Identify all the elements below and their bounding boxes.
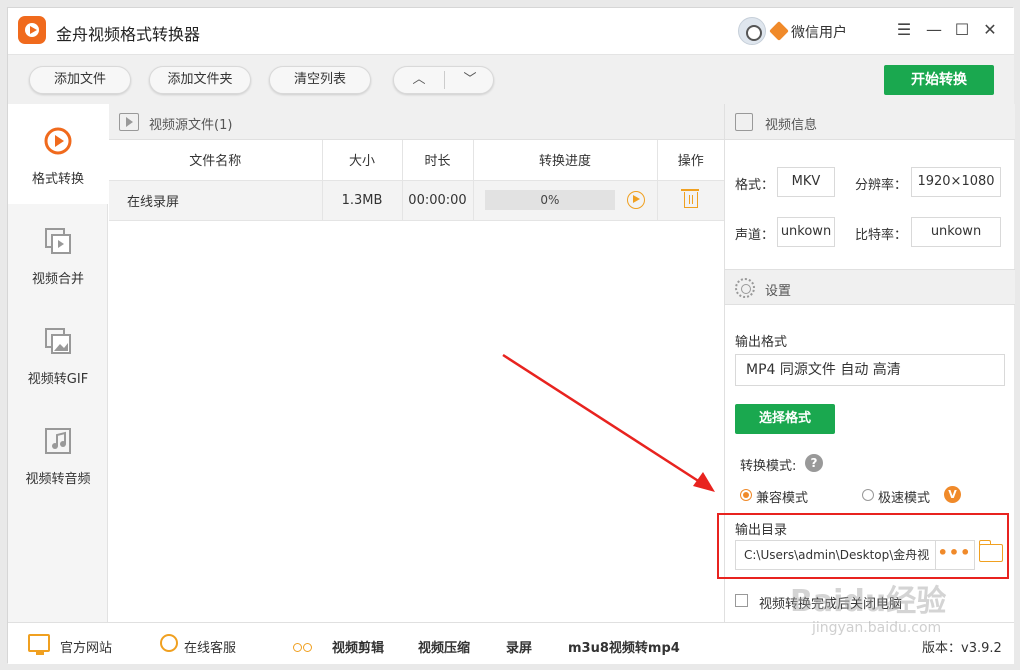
bitrate-value: unkown	[911, 217, 1001, 247]
table-row[interactable]: 在线录屏 1.3MB 00:00:00 0%	[109, 180, 724, 221]
move-up-button[interactable]: ︿	[394, 67, 444, 93]
music-icon	[45, 428, 71, 454]
convert-mode-label: 转换模式:	[740, 459, 797, 474]
sidebar-item-video-audio[interactable]: 视频转音频	[8, 404, 108, 504]
channel-label: 声道：	[735, 228, 775, 243]
file-name-cell: 在线录屏	[109, 180, 323, 221]
format-label: 格式：	[735, 178, 775, 193]
file-panel: 视频源文件(1) 文件名称 大小 时长 转换进度 操作 在线录屏 1.3MB 0…	[109, 104, 724, 622]
app-logo-icon	[18, 16, 46, 44]
play-circle-icon	[44, 127, 72, 155]
video-compress-link[interactable]: 视频压缩	[418, 637, 470, 656]
play-icon[interactable]	[627, 191, 646, 209]
shutdown-checkbox[interactable]	[735, 594, 748, 607]
clear-list-button[interactable]: 清空列表	[269, 66, 371, 94]
file-duration-cell: 00:00:00	[402, 180, 474, 221]
bitrate-label: 比特率：	[855, 228, 908, 243]
sidebar-item-label: 视频转GIF	[27, 372, 89, 387]
settings-header: 设置	[725, 269, 1015, 305]
column-header: 大小	[322, 140, 403, 181]
version-label: 版本：v3.9.2	[922, 641, 1002, 656]
add-file-button[interactable]: 添加文件	[29, 66, 131, 94]
channel-value: unkown	[777, 217, 835, 247]
sidebar-item-label: 格式转换	[31, 172, 84, 187]
app-window: 金舟视频格式转换器 微信用户 ☰ — ☐ ✕ 添加文件 添加文件夹 清空列表 ︿…	[7, 7, 1015, 664]
file-panel-header: 视频源文件(1)	[109, 104, 724, 140]
folder-icon[interactable]	[978, 540, 1003, 562]
video-info-header: 视频信息	[725, 104, 1015, 140]
gear-icon	[735, 278, 755, 298]
column-header: 操作	[657, 140, 724, 181]
file-panel-title: 视频源文件(1)	[149, 118, 233, 133]
resolution-label: 分辨率：	[855, 178, 908, 193]
start-convert-button[interactable]: 开始转换	[884, 65, 994, 95]
help-icon[interactable]: ?	[805, 454, 823, 472]
video-info-title: 视频信息	[765, 118, 818, 133]
trash-icon[interactable]	[680, 189, 699, 208]
fast-mode-radio[interactable]	[862, 489, 874, 501]
image-icon	[45, 328, 71, 354]
video-edit-link[interactable]: 视频剪辑	[332, 637, 384, 656]
file-size-cell: 1.3MB	[322, 180, 403, 221]
move-down-button[interactable]: ﹀	[445, 67, 495, 93]
video-info-icon	[735, 113, 753, 131]
vip-badge-icon: V	[944, 486, 961, 503]
column-header: 文件名称	[109, 140, 323, 181]
vip-diamond-icon	[769, 21, 789, 41]
column-header: 时长	[402, 140, 474, 181]
output-format-label: 输出格式	[735, 335, 788, 350]
video-file-icon	[119, 113, 139, 131]
title-bar: 金舟视频格式转换器 微信用户 ☰ — ☐ ✕	[8, 8, 1014, 54]
more-dots-button[interactable]: •••	[935, 541, 973, 569]
customer-service-icon	[160, 634, 178, 652]
online-service-link[interactable]: 在线客服	[184, 637, 236, 656]
table-header-row: 文件名称 大小 时长 转换进度 操作	[109, 140, 724, 181]
menu-button[interactable]: ☰	[892, 18, 916, 42]
column-header: 转换进度	[473, 140, 658, 181]
m3u8-convert-link[interactable]: m3u8视频转mp4	[568, 637, 680, 656]
close-button[interactable]: ✕	[978, 18, 1002, 42]
official-website-link[interactable]: 官方网站	[60, 637, 112, 656]
toolbar: 添加文件 添加文件夹 清空列表 ︿ ﹀ 开始转换	[8, 54, 1014, 104]
progress-bar: 0%	[484, 190, 615, 210]
format-value: MKV	[777, 167, 835, 197]
output-dir-label: 输出目录	[735, 523, 788, 538]
progress-text: 0%	[540, 193, 560, 207]
actions-cell	[657, 180, 724, 221]
baidu-watermark-url: jingyan.baidu.com	[812, 620, 942, 636]
fast-mode-label[interactable]: 极速模式	[878, 487, 930, 506]
minimize-button[interactable]: —	[922, 18, 946, 42]
scissors-icon	[293, 634, 312, 652]
maximize-button[interactable]: ☐	[950, 18, 974, 42]
sidebar: 格式转换 视频合并 视频转GIF 视频转音频	[8, 104, 108, 622]
resolution-value: 1920×1080	[911, 167, 1001, 197]
output-format-field[interactable]: MP4 同源文件 自动 高清	[735, 354, 1005, 386]
select-format-button[interactable]: 选择格式	[735, 404, 835, 434]
sidebar-item-format-convert[interactable]: 格式转换	[8, 104, 108, 204]
add-folder-button[interactable]: 添加文件夹	[149, 66, 251, 94]
compatible-mode-radio[interactable]	[740, 489, 752, 501]
merge-icon	[45, 228, 71, 254]
user-name[interactable]: 微信用户	[791, 22, 847, 42]
baidu-watermark: Baidu经验	[790, 584, 947, 619]
sidebar-item-label: 视频转音频	[25, 472, 91, 487]
file-table: 文件名称 大小 时长 转换进度 操作 在线录屏 1.3MB 00:00:00 0…	[109, 140, 724, 221]
progress-cell: 0%	[473, 180, 658, 221]
sidebar-item-video-merge[interactable]: 视频合并	[8, 204, 108, 304]
monitor-icon	[28, 634, 50, 655]
settings-title: 设置	[765, 284, 792, 299]
screen-record-link[interactable]: 录屏	[506, 637, 532, 656]
compatible-mode-label[interactable]: 兼容模式	[756, 487, 808, 506]
sidebar-item-video-gif[interactable]: 视频转GIF	[8, 304, 108, 404]
right-panel: 视频信息 格式： MKV 分辨率： 1920×1080 声道： unkown 比…	[717, 104, 1015, 622]
app-title: 金舟视频格式转换器	[56, 25, 201, 44]
sidebar-item-label: 视频合并	[31, 272, 84, 287]
move-buttons: ︿ ﹀	[393, 66, 494, 94]
user-avatar[interactable]	[738, 17, 766, 45]
